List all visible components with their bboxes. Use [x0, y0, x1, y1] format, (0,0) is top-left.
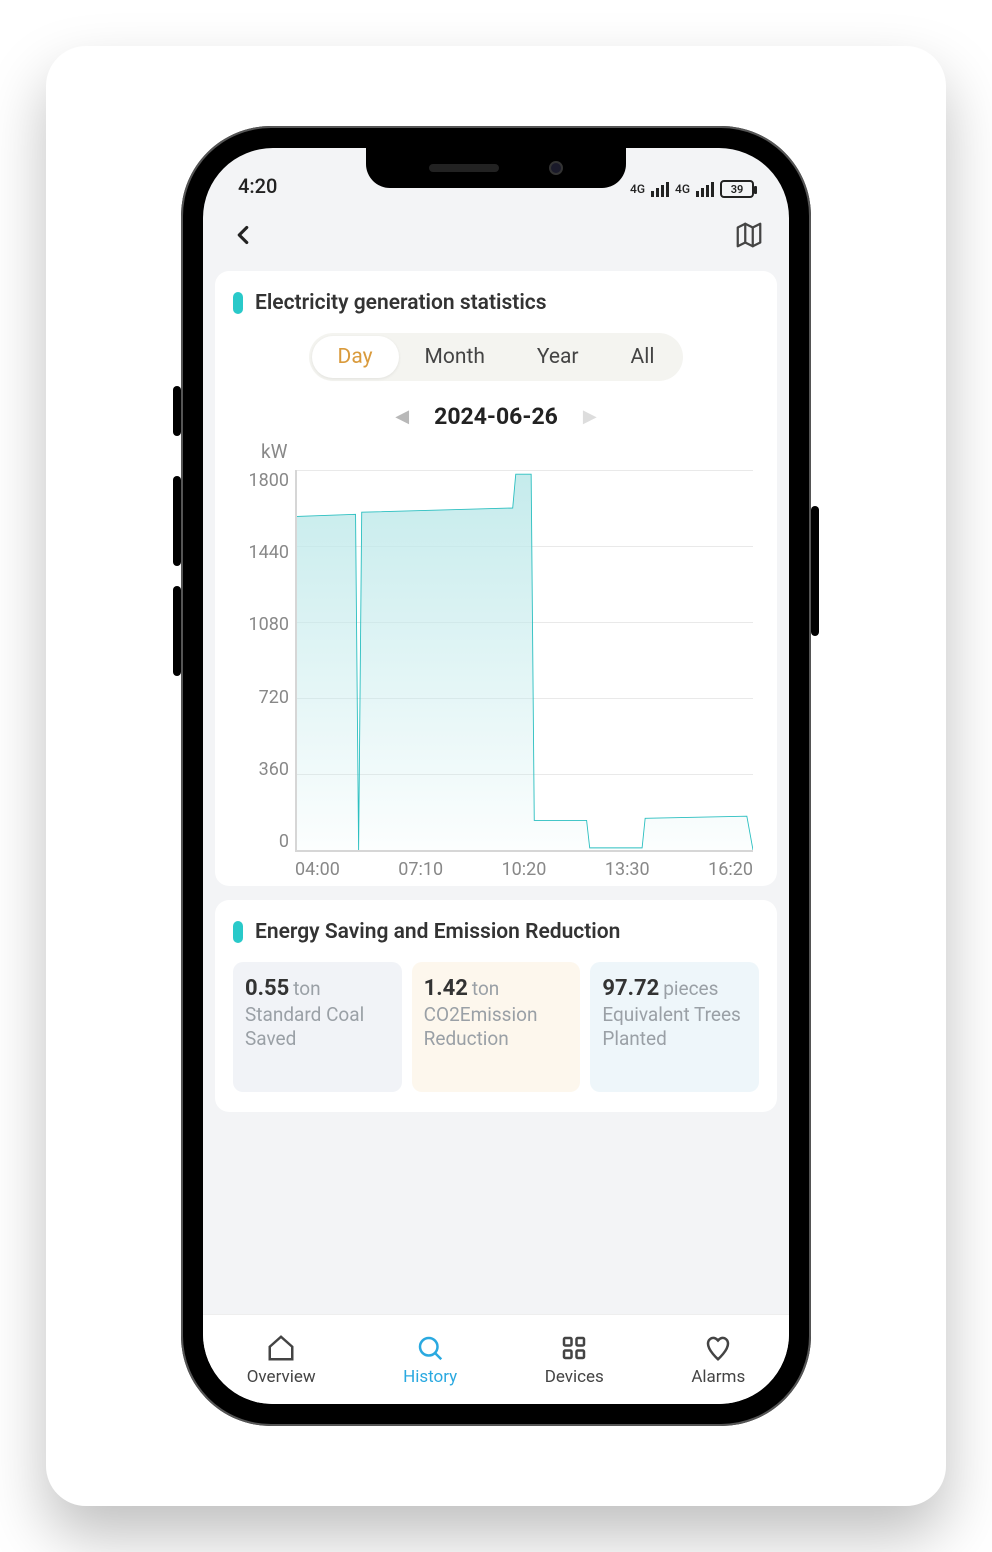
- battery-icon: 39: [720, 180, 754, 198]
- content: Electricity generation statistics Day Mo…: [203, 271, 789, 1314]
- stats-panel: Electricity generation statistics Day Mo…: [215, 271, 777, 886]
- tab-history[interactable]: History: [403, 1333, 457, 1387]
- grid-icon: [559, 1333, 589, 1363]
- map-button[interactable]: [734, 220, 764, 254]
- front-camera: [549, 161, 563, 175]
- chart-series: [297, 470, 753, 850]
- side-button: [811, 506, 819, 636]
- status-right: 4G 4G 39: [630, 180, 754, 198]
- saving-title: Energy Saving and Emission Reduction: [255, 920, 620, 944]
- tab-overview[interactable]: Overview: [247, 1333, 316, 1387]
- search-icon: [415, 1333, 445, 1363]
- nav-bar: [203, 203, 789, 271]
- screen: 4:20 4G 4G 39: [203, 148, 789, 1404]
- seg-month[interactable]: Month: [399, 336, 511, 378]
- prev-date-button[interactable]: ◀: [395, 406, 409, 427]
- outer-card: 4:20 4G 4G 39: [46, 46, 946, 1506]
- y-ticks: 1800 1440 1080 720 360 0: [233, 470, 289, 852]
- signal-bars-icon: [696, 182, 714, 197]
- network-label: 4G: [675, 182, 690, 196]
- seg-all[interactable]: All: [605, 336, 681, 378]
- side-button: [173, 386, 181, 436]
- side-button: [173, 586, 181, 676]
- notch: [366, 148, 626, 188]
- accent-pill-icon: [233, 921, 243, 943]
- speaker: [429, 164, 499, 172]
- chevron-left-icon: [228, 220, 258, 250]
- tab-bar: Overview History Devices Alarms: [203, 1314, 789, 1404]
- seg-day[interactable]: Day: [312, 336, 399, 378]
- saving-panel: Energy Saving and Emission Reduction 0.5…: [215, 900, 777, 1112]
- map-icon: [734, 220, 764, 250]
- x-ticks: 04:00 07:10 10:20 13:30 16:20: [295, 859, 753, 880]
- seg-year[interactable]: Year: [511, 336, 605, 378]
- signal-bars-icon: [651, 182, 669, 197]
- side-button: [173, 476, 181, 566]
- date-picker-row: ◀ 2024-06-26 ▶: [233, 403, 759, 430]
- home-icon: [266, 1333, 296, 1363]
- y-axis-unit: kW: [261, 440, 288, 463]
- stats-title: Electricity generation statistics: [255, 291, 547, 315]
- heart-icon: [703, 1333, 733, 1363]
- metric-co2: 1.42ton CO2Emission Reduction: [412, 962, 581, 1092]
- clock: 4:20: [238, 174, 277, 198]
- metric-coal: 0.55ton Standard Coal Saved: [233, 962, 402, 1092]
- range-segmented: Day Month Year All: [309, 333, 684, 381]
- next-date-button[interactable]: ▶: [583, 406, 597, 427]
- plot-area: [295, 470, 753, 852]
- stats-title-row: Electricity generation statistics: [233, 291, 759, 315]
- tab-alarms[interactable]: Alarms: [691, 1333, 745, 1387]
- metrics-row: 0.55ton Standard Coal Saved 1.42ton CO2E…: [233, 962, 759, 1092]
- back-button[interactable]: [228, 220, 258, 254]
- selected-date[interactable]: 2024-06-26: [434, 403, 558, 430]
- metric-trees: 97.72pieces Equivalent Trees Planted: [590, 962, 759, 1092]
- accent-pill-icon: [233, 292, 243, 314]
- tab-devices[interactable]: Devices: [545, 1333, 604, 1387]
- chart[interactable]: kW 1800 1440 1080 720 360 0: [233, 440, 759, 880]
- saving-title-row: Energy Saving and Emission Reduction: [233, 920, 759, 944]
- phone-frame: 4:20 4G 4G 39: [181, 126, 811, 1426]
- network-label: 4G: [630, 182, 645, 196]
